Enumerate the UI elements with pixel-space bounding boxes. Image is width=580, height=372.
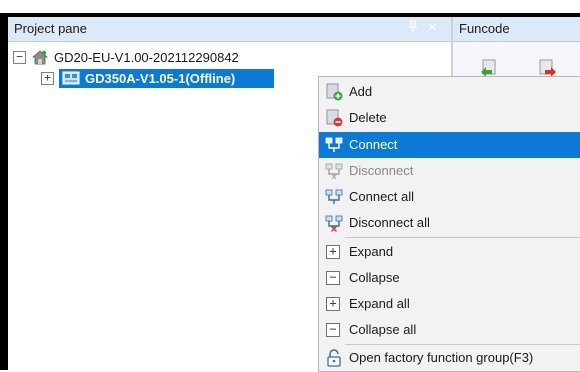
pin-icon[interactable] (408, 20, 418, 37)
menu-label-expand-all: Expand all (349, 296, 410, 311)
top-strip (0, 0, 580, 13)
expand-icon: + (326, 245, 340, 259)
project-pane-header: Project pane × (8, 17, 451, 42)
menu-label-disconnect-all: Disconnect all (349, 215, 430, 230)
menu-item-expand-all[interactable]: + Expand all (319, 291, 580, 317)
expand-toggle[interactable]: + (41, 72, 54, 85)
tree-child-label: GD350A-V1.05-1(Offline) (85, 71, 236, 86)
menu-label-connect: Connect (349, 137, 398, 152)
context-menu: Add Delete Connect Disconnect Connect al… (318, 76, 580, 372)
lock-icon (325, 349, 343, 367)
menu-item-collapse[interactable]: − Collapse (319, 265, 580, 291)
menu-label-disconnect: Disconnect (349, 163, 414, 178)
collapse-toggle[interactable]: − (13, 51, 26, 64)
menu-item-disconnect-all[interactable]: Disconnect all (319, 210, 580, 236)
connect-all-icon (325, 188, 343, 206)
expand-all-icon: + (326, 297, 340, 311)
menu-label-collapse: Collapse (349, 270, 400, 285)
tree-node-selected[interactable]: GD350A-V1.05-1(Offline) (59, 69, 274, 88)
project-icon (31, 49, 49, 65)
tree-root-label[interactable]: GD20-EU-V1.00-202112290842 (54, 50, 239, 65)
menu-label-add: Add (349, 84, 373, 99)
menu-item-add[interactable]: Add (319, 79, 580, 105)
menu-label-collapse-all: Collapse all (349, 322, 417, 337)
funcode-pane-title: Funcode (459, 21, 510, 36)
delete-icon (325, 109, 343, 127)
funcode-pane-header: Funcode (453, 17, 580, 42)
menu-item-delete[interactable]: Delete (319, 105, 580, 131)
menu-label-open-factory-function-group: Open factory function group(F3) (349, 350, 534, 365)
connect-icon (325, 136, 343, 154)
menu-item-disconnect[interactable]: Disconnect (319, 158, 580, 184)
menu-item-open-factory-function-group[interactable]: Open factory function group(F3) (319, 345, 580, 371)
collapse-icon: − (326, 271, 340, 285)
window-frame-left (0, 13, 8, 370)
menu-label-connect-all: Connect all (349, 189, 415, 204)
menu-label-expand: Expand (349, 244, 394, 259)
disconnect-all-icon (325, 214, 343, 232)
menu-label-delete: Delete (349, 110, 387, 125)
add-icon (325, 83, 343, 101)
device-icon (62, 70, 80, 86)
project-pane-title: Project pane (14, 21, 87, 36)
menu-item-connect-all[interactable]: Connect all (319, 184, 580, 210)
menu-item-connect[interactable]: Connect (319, 132, 580, 158)
menu-separator (345, 237, 580, 238)
disconnect-icon (325, 162, 343, 180)
close-icon[interactable]: × (428, 19, 437, 36)
collapse-all-icon: − (326, 323, 340, 337)
application-window: Project pane × Funcode − GD20-EU-V1.00-2… (0, 0, 580, 372)
menu-item-expand[interactable]: + Expand (319, 239, 580, 265)
menu-item-collapse-all[interactable]: − Collapse all (319, 317, 580, 343)
